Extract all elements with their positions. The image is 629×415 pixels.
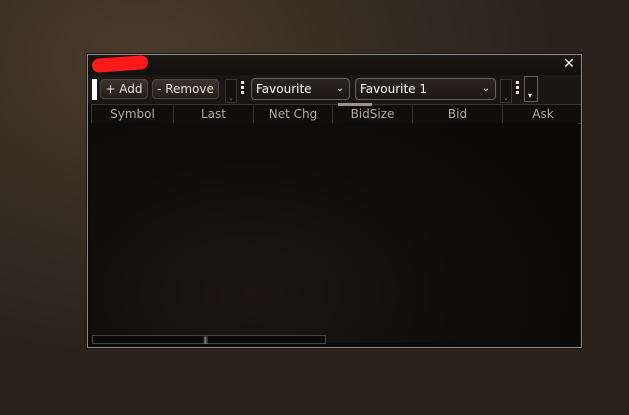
column-header-ask[interactable]: Ask [502, 105, 583, 123]
column-header-symbol[interactable]: Symbol [91, 105, 173, 123]
column-header-net-chg[interactable]: Net Chg [253, 105, 332, 123]
handle-chevron-icon: ⌄ [503, 94, 509, 102]
watchlist-window: ✕ + Add - Remove ⌄ Favourite ⌄ Favourite… [87, 54, 582, 348]
dropdown-arrow-icon: ▾ [528, 91, 533, 100]
column-header-last[interactable]: Last [173, 105, 253, 123]
group-select[interactable]: Favourite ⌄ [251, 78, 350, 100]
chevron-down-icon: ⌄ [481, 83, 490, 94]
watchlist-select[interactable]: Favourite 1 ⌄ [355, 78, 496, 100]
column-header-bidsize[interactable]: BidSize [332, 105, 412, 123]
watchlist-select-value: Favourite 1 [360, 82, 428, 96]
column-drag-indicator [338, 103, 372, 106]
window-titlebar[interactable]: ✕ [88, 55, 581, 75]
toolbar-marker [92, 79, 97, 100]
grid-body[interactable] [91, 123, 578, 343]
toolbar-overflow-button[interactable]: ▾ [524, 76, 538, 102]
redacted-window-title [91, 55, 149, 73]
toolbar-drag-handle-right[interactable]: ⌄ [500, 79, 512, 103]
close-icon[interactable]: ✕ [562, 56, 576, 72]
add-button[interactable]: + Add [100, 79, 148, 99]
scrollbar-grip-icon[interactable]: ||| [203, 336, 208, 344]
group-select-value: Favourite [256, 82, 312, 96]
toolbar-drag-handle[interactable]: ⌄ [225, 79, 237, 103]
handle-chevron-icon: ⌄ [228, 94, 234, 102]
toolbar-menu-icon[interactable] [241, 81, 245, 97]
column-header-bid[interactable]: Bid [412, 105, 502, 123]
chevron-down-icon: ⌄ [335, 83, 344, 94]
toolbar-menu-icon-right[interactable] [516, 81, 520, 97]
watchlist-toolbar: + Add - Remove ⌄ Favourite ⌄ Favourite 1… [88, 75, 581, 104]
remove-button[interactable]: - Remove [152, 79, 219, 99]
horizontal-scrollbar[interactable]: ||| [92, 335, 326, 344]
grid-header: Symbol Last Net Chg BidSize Bid Ask [91, 104, 581, 124]
